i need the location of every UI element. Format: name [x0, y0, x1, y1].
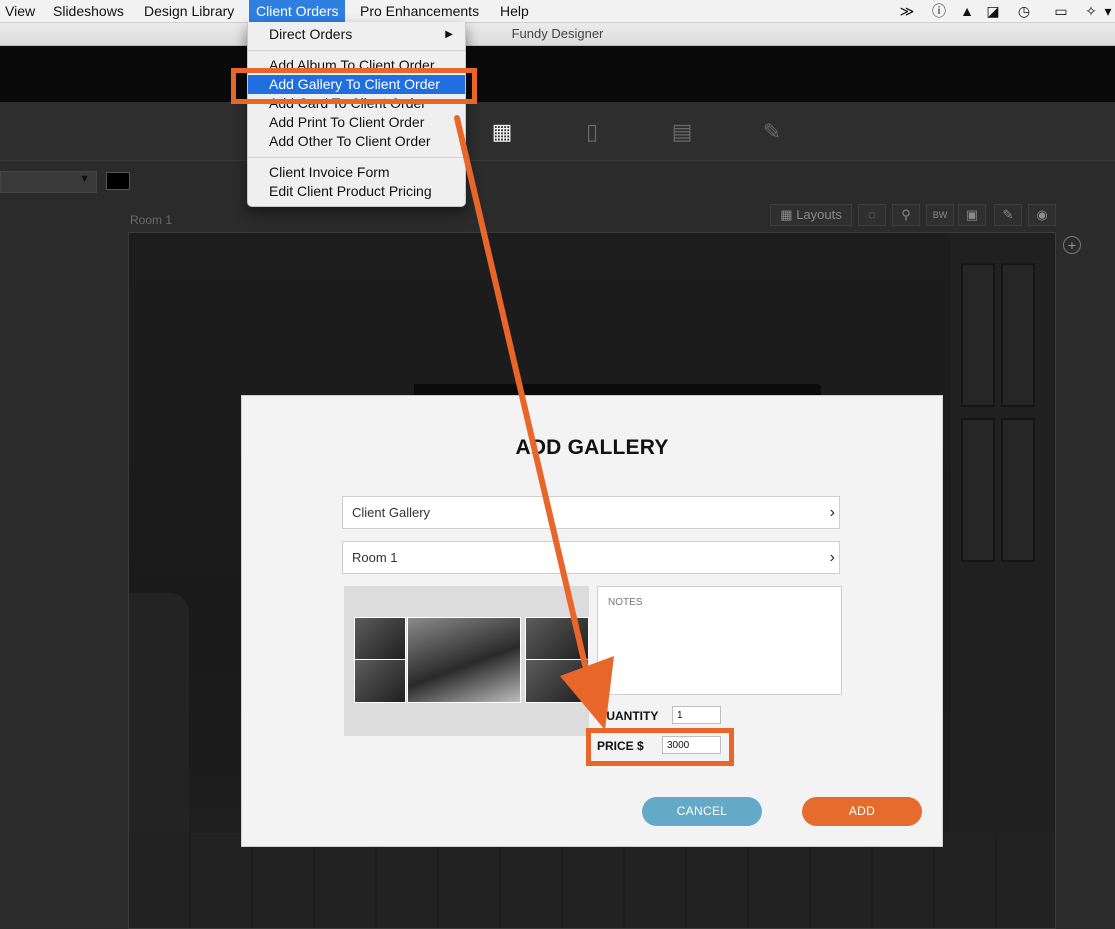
annotation-arrow	[454, 115, 614, 730]
